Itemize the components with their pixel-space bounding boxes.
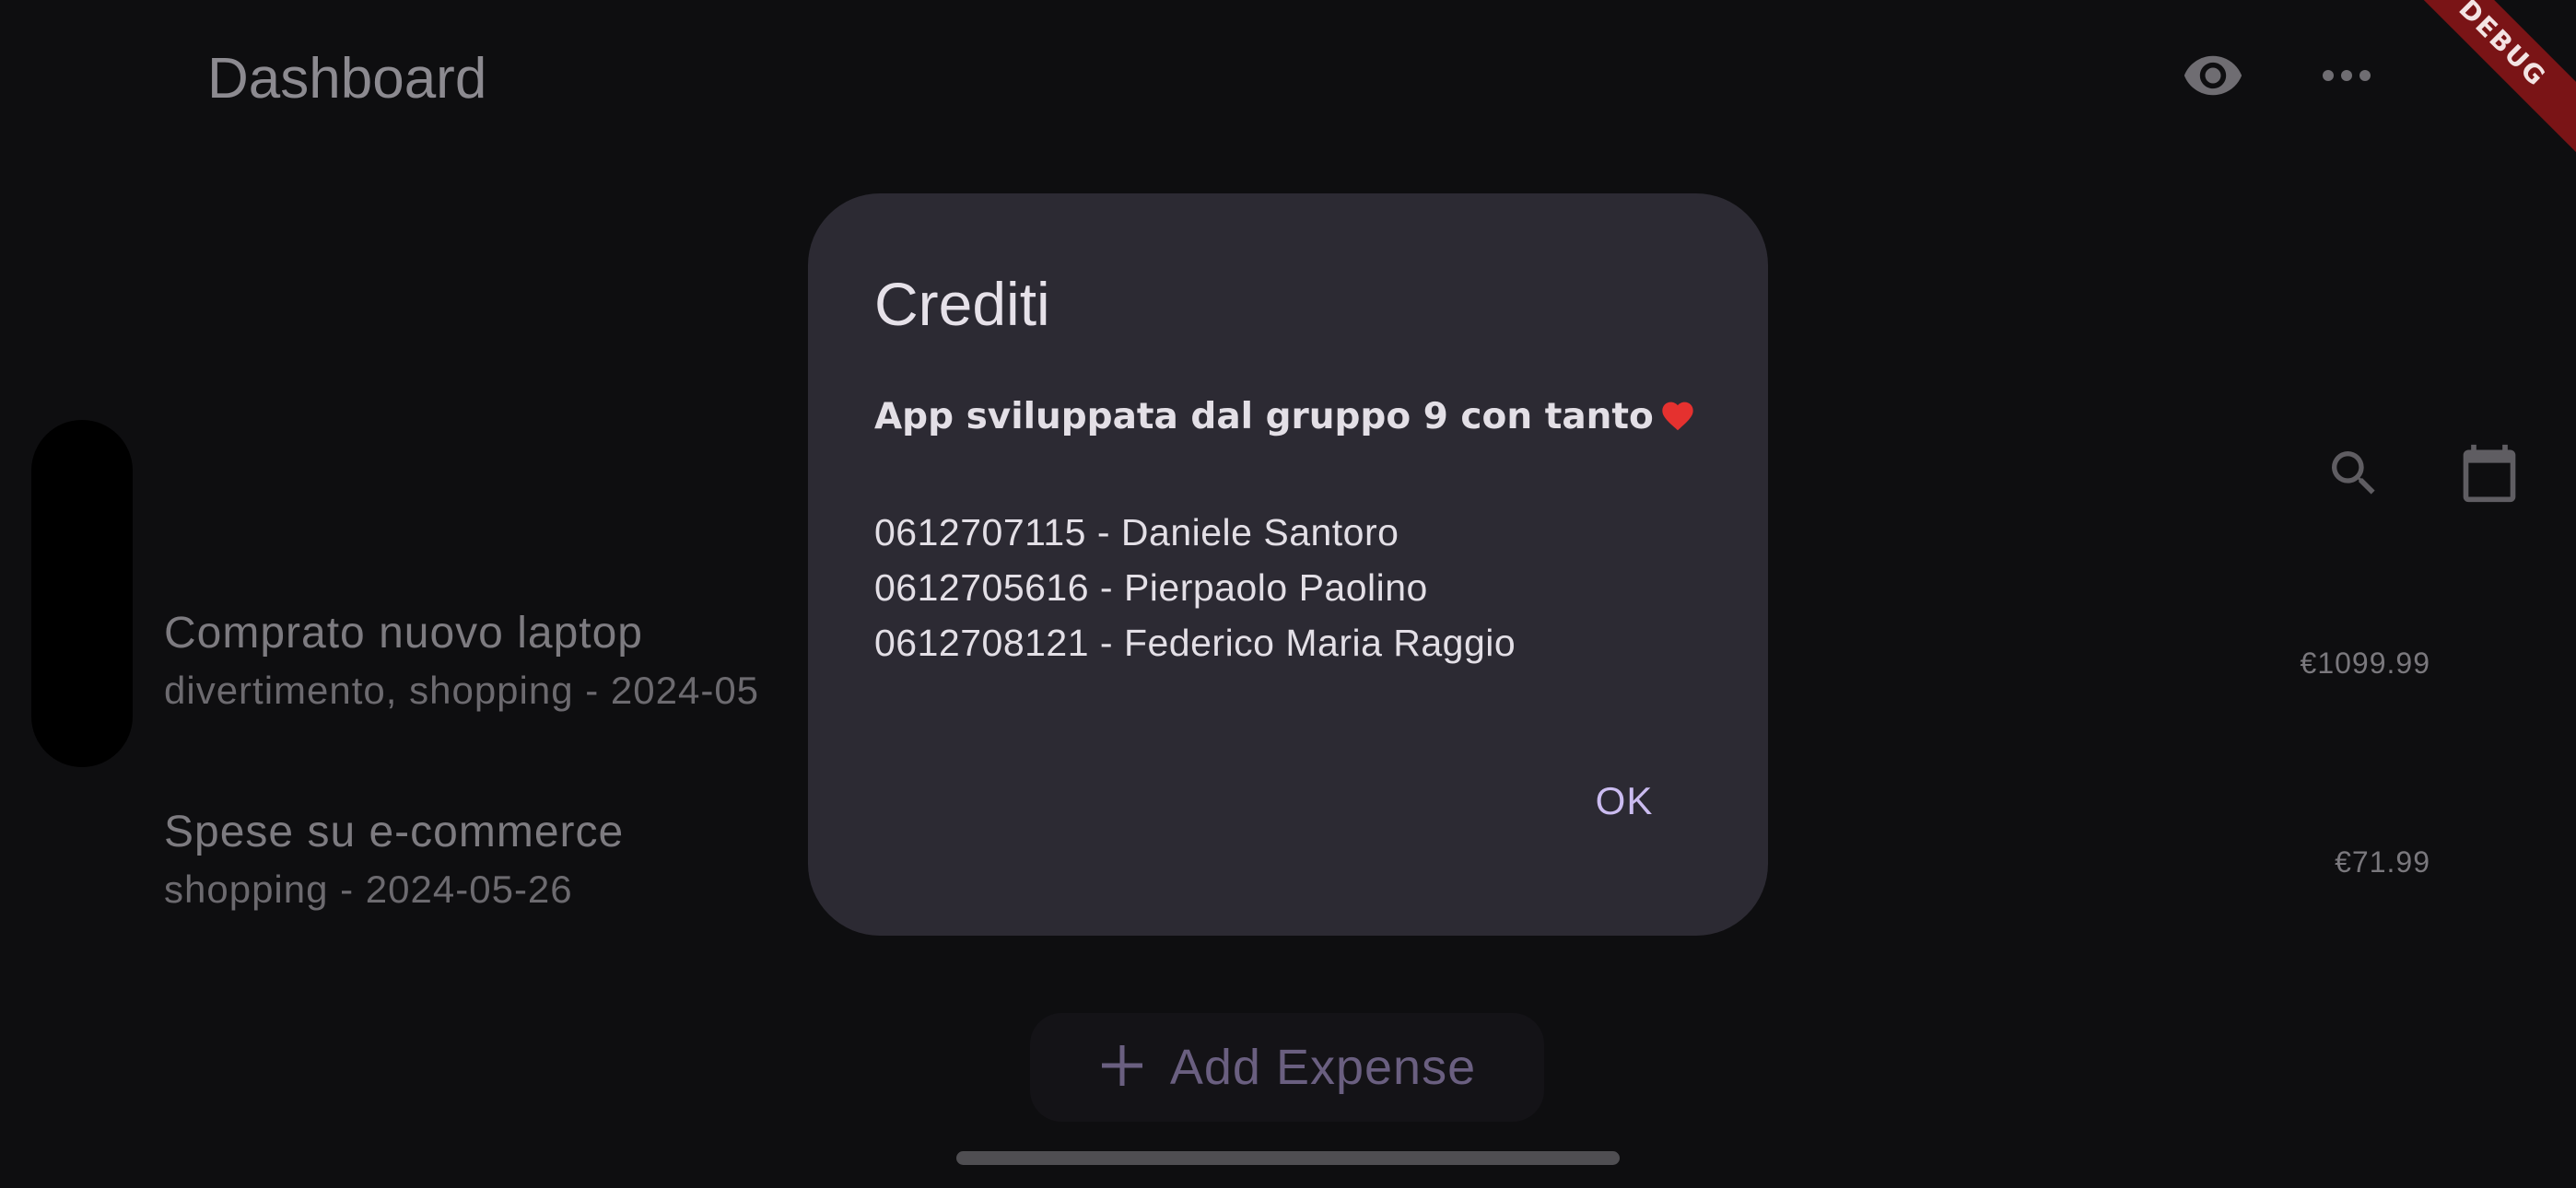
search-button[interactable]	[2317, 438, 2391, 512]
add-expense-label: Add Expense	[1169, 1040, 1477, 1095]
credits-list: 0612707115 - Daniele Santoro 0612705616 …	[874, 505, 1722, 670]
plus-icon	[1098, 1042, 1146, 1094]
expense-amount: €1099.99	[2300, 646, 2430, 680]
more-options-button[interactable]	[2313, 44, 2380, 111]
dialog-heading: App sviluppata dal gruppo 9 con tanto	[874, 394, 1722, 444]
dialog-content: App sviluppata dal gruppo 9 con tanto 06…	[874, 394, 1722, 670]
credit-line: 0612707115 - Daniele Santoro	[874, 511, 1399, 553]
page-title: Dashboard	[207, 47, 487, 111]
credit-line: 0612708121 - Federico Maria Raggio	[874, 622, 1516, 664]
dialog-title: Crediti	[874, 270, 1050, 338]
expense-title: Comprato nuovo laptop	[164, 609, 643, 658]
debug-banner: DEBUG	[2386, 0, 2576, 159]
heart-icon	[1659, 397, 1696, 444]
calendar-button[interactable]	[2453, 438, 2526, 512]
home-indicator[interactable]	[956, 1151, 1620, 1165]
screen: Dashboard DEBUG Comprato nuovo laptop di…	[0, 0, 2576, 1188]
add-expense-button[interactable]: Add Expense	[1030, 1013, 1544, 1122]
calendar-icon	[2458, 440, 2521, 511]
search-icon	[2324, 444, 2383, 507]
more-horizontal-icon	[2319, 66, 2374, 89]
credit-line: 0612705616 - Pierpaolo Paolino	[874, 566, 1428, 609]
expense-subtitle: shopping - 2024-05-26	[164, 868, 573, 911]
dialog-heading-text: App sviluppata dal gruppo 9 con tanto	[874, 396, 1654, 437]
expense-subtitle: divertimento, shopping - 2024-05	[164, 669, 760, 712]
expense-amount: €71.99	[2335, 845, 2430, 879]
ok-button[interactable]: OK	[1562, 759, 1687, 844]
expense-title: Spese su e-commerce	[164, 808, 625, 856]
side-handle	[31, 420, 133, 767]
visibility-toggle-button[interactable]	[2180, 44, 2246, 111]
credits-dialog: Crediti App sviluppata dal gruppo 9 con …	[808, 193, 1768, 936]
eye-icon	[2182, 44, 2244, 111]
